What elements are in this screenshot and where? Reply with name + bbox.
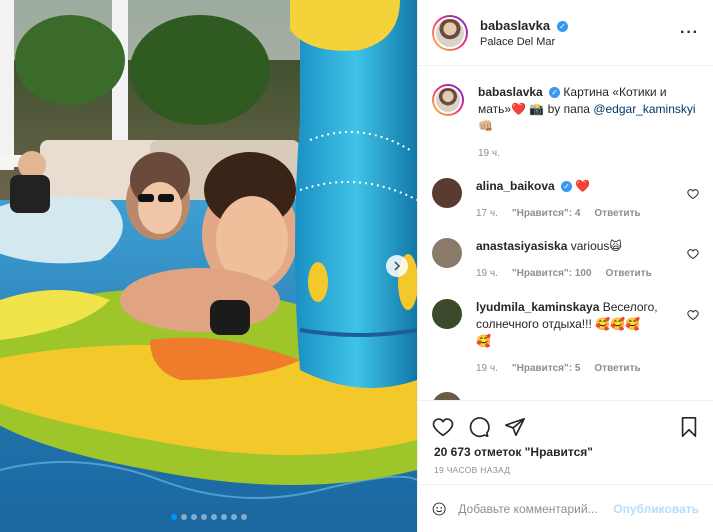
commenter-avatar[interactable]: [432, 299, 462, 329]
likes-label: отметок "Нравится": [474, 445, 593, 459]
comment-item: lyudmila_kaminskaya Веселого, солнечного…: [432, 299, 699, 377]
likes-count[interactable]: 20 673 отметок "Нравится": [418, 443, 713, 459]
comment-icon[interactable]: [468, 416, 490, 438]
comment-like-heart-icon[interactable]: [687, 188, 699, 200]
post-timestamp[interactable]: 19 ЧАСОВ НАЗАД: [418, 459, 713, 475]
reply-button[interactable]: Ответить: [594, 360, 640, 377]
author-avatar[interactable]: [432, 14, 468, 51]
more-options-icon[interactable]: ···: [680, 24, 699, 42]
caption-mention-link[interactable]: @edgar_kaminskyi: [593, 102, 695, 116]
caption-username[interactable]: babaslavka: [478, 85, 543, 99]
comment-input[interactable]: [458, 501, 614, 516]
commenter-avatar[interactable]: [432, 238, 462, 268]
publish-button[interactable]: Опубликовать: [613, 502, 699, 516]
comment-likes[interactable]: "Нравится": 4: [512, 205, 581, 222]
commenter-avatar[interactable]: [432, 392, 462, 400]
comment-item-partial: [432, 392, 699, 400]
paper-plane-icon[interactable]: [504, 416, 526, 438]
heart-icon[interactable]: [432, 416, 454, 438]
carousel-indicator: [0, 514, 417, 520]
comment-like-heart-icon[interactable]: [687, 309, 699, 321]
carousel-dot: [240, 514, 247, 520]
post-details-panel: babaslavka ✓ Palace Del Mar ··· babaslav…: [417, 0, 713, 532]
verified-badge-icon: ✓: [557, 20, 568, 32]
comment-item: anastasiyasiska various🙀 19 ч. "Нравится…: [432, 238, 699, 282]
caption-row: babaslavka ✓ Картина «Котики и мать»❤️ 📸…: [432, 84, 699, 162]
bookmark-icon[interactable]: [679, 416, 699, 438]
comment-text-line2: 🥰: [476, 334, 491, 348]
verified-badge-icon: ✓: [549, 87, 561, 99]
reply-button[interactable]: Ответить: [606, 265, 652, 282]
comment-time[interactable]: 19 ч.: [476, 265, 498, 282]
comment-username[interactable]: alina_baikova: [476, 179, 555, 193]
comment-time[interactable]: 19 ч.: [476, 360, 498, 377]
carousel-next-button[interactable]: [386, 255, 408, 277]
comment-text: various🙀: [570, 239, 622, 253]
likes-number: 20 673: [434, 445, 471, 459]
chevron-right-icon: [394, 261, 401, 271]
action-bar: [418, 401, 713, 443]
caption-time[interactable]: 19 ч.: [478, 145, 500, 162]
comment-like-heart-icon[interactable]: [687, 248, 699, 260]
carousel-dot: [230, 514, 237, 520]
caption-avatar[interactable]: [432, 84, 464, 116]
comment-item: alina_baikova ✓ ❤️ 17 ч. "Нравится": 4 О…: [432, 178, 699, 222]
caption-emoji: 👊🏼: [478, 119, 493, 133]
comment-username[interactable]: lyudmila_kaminskaya: [476, 300, 599, 314]
carousel-dot: [180, 514, 187, 520]
commenter-avatar[interactable]: [432, 178, 462, 208]
post-photo[interactable]: [0, 0, 417, 532]
carousel-dot: [220, 514, 227, 520]
comment-likes[interactable]: "Нравится": 100: [512, 265, 592, 282]
verified-badge-icon: ✓: [561, 181, 573, 193]
carousel-dot: [170, 514, 177, 520]
post-actions-section: 20 673 отметок "Нравится" 19 ЧАСОВ НАЗАД: [418, 400, 713, 484]
comment-time[interactable]: 17 ч.: [476, 205, 498, 222]
post-location[interactable]: Palace Del Mar: [480, 36, 680, 48]
comment-username[interactable]: anastasiyasiska: [476, 239, 567, 253]
carousel-dot: [200, 514, 207, 520]
comment-text: ❤️: [575, 179, 591, 193]
comment-likes[interactable]: "Нравится": 5: [512, 360, 581, 377]
carousel-dot: [190, 514, 197, 520]
post-header: babaslavka ✓ Palace Del Mar ···: [418, 0, 713, 66]
author-username[interactable]: babaslavka: [480, 18, 550, 33]
pool-photo-image: [0, 0, 417, 532]
reply-button[interactable]: Ответить: [594, 205, 640, 222]
carousel-dot: [210, 514, 217, 520]
comments-list: babaslavka ✓ Картина «Котики и мать»❤️ 📸…: [418, 66, 713, 400]
add-comment-bar: Опубликовать: [418, 484, 713, 532]
smiley-icon[interactable]: [432, 498, 446, 520]
